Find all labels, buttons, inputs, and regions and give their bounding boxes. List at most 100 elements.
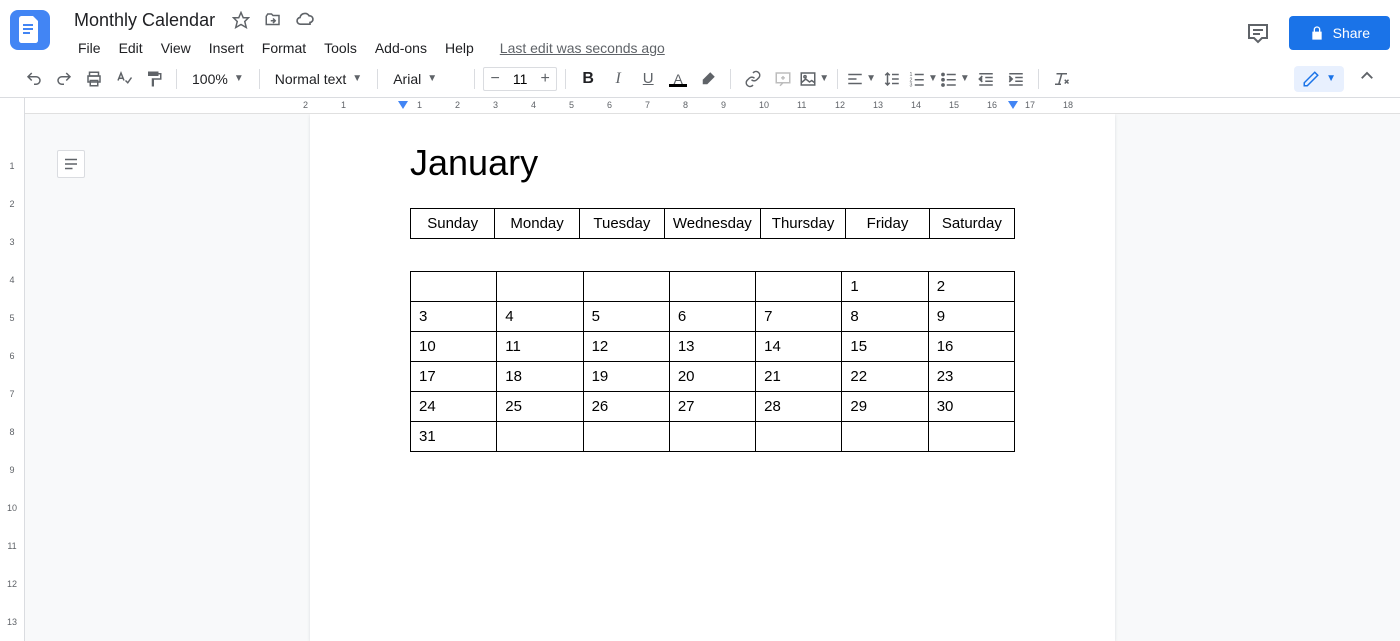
calendar-cell[interactable] [583, 422, 669, 452]
zoom-select[interactable]: 100%▼ [185, 66, 251, 92]
calendar-cell[interactable]: 12 [583, 332, 669, 362]
day-header[interactable]: Thursday [760, 209, 846, 239]
calendar-cell[interactable]: 29 [842, 392, 928, 422]
calendar-cell[interactable]: 27 [669, 392, 755, 422]
undo-icon[interactable] [20, 65, 48, 93]
calendar-cell[interactable]: 6 [669, 302, 755, 332]
calendar-cell[interactable]: 8 [842, 302, 928, 332]
calendar-cell[interactable]: 5 [583, 302, 669, 332]
calendar-cell[interactable]: 16 [928, 332, 1014, 362]
highlight-icon[interactable] [694, 65, 722, 93]
comments-icon[interactable] [1243, 18, 1273, 48]
clear-format-icon[interactable] [1047, 65, 1075, 93]
calendar-cell[interactable]: 13 [669, 332, 755, 362]
calendar-cell[interactable]: 25 [497, 392, 583, 422]
indent-increase-icon[interactable] [1002, 65, 1030, 93]
underline-icon[interactable]: U [634, 65, 662, 93]
calendar-cell[interactable]: 15 [842, 332, 928, 362]
menu-help[interactable]: Help [437, 36, 482, 60]
edit-mode-select[interactable]: ▼ [1294, 66, 1344, 92]
outline-icon[interactable] [57, 150, 85, 178]
indent-marker-left[interactable] [398, 101, 408, 109]
day-header[interactable]: Saturday [929, 209, 1014, 239]
calendar-cell[interactable]: 2 [928, 272, 1014, 302]
share-button[interactable]: Share [1289, 16, 1390, 50]
calendar-cell[interactable]: 4 [497, 302, 583, 332]
calendar-cell[interactable]: 24 [411, 392, 497, 422]
font-size-decrease[interactable]: − [484, 68, 506, 90]
indent-decrease-icon[interactable] [972, 65, 1000, 93]
style-select[interactable]: Normal text▼ [268, 66, 369, 92]
calendar-cell[interactable]: 28 [756, 392, 842, 422]
calendar-cell[interactable] [669, 422, 755, 452]
day-header-table[interactable]: SundayMondayTuesdayWednesdayThursdayFrid… [410, 208, 1015, 239]
calendar-cell[interactable]: 9 [928, 302, 1014, 332]
spellcheck-icon[interactable] [110, 65, 138, 93]
menu-insert[interactable]: Insert [201, 36, 252, 60]
vertical-ruler[interactable]: 12345678910111213 [0, 98, 25, 641]
day-header[interactable]: Tuesday [579, 209, 664, 239]
day-header[interactable]: Sunday [411, 209, 495, 239]
indent-marker-right[interactable] [1008, 101, 1018, 109]
calendar-cell[interactable] [497, 422, 583, 452]
calendar-cell[interactable]: 22 [842, 362, 928, 392]
doc-title[interactable]: Monthly Calendar [70, 8, 219, 33]
calendar-cell[interactable]: 10 [411, 332, 497, 362]
calendar-cell[interactable]: 7 [756, 302, 842, 332]
font-select[interactable]: Arial▼ [386, 66, 466, 92]
document-page[interactable]: January SundayMondayTuesdayWednesdayThur… [310, 114, 1115, 641]
day-header[interactable]: Monday [495, 209, 580, 239]
comment-add-icon[interactable] [769, 65, 797, 93]
calendar-cell[interactable] [842, 422, 928, 452]
day-header[interactable]: Wednesday [664, 209, 760, 239]
calendar-table[interactable]: 1234567891011121314151617181920212223242… [410, 271, 1015, 452]
paint-format-icon[interactable] [140, 65, 168, 93]
italic-icon[interactable]: I [604, 65, 632, 93]
calendar-cell[interactable]: 11 [497, 332, 583, 362]
menu-addons[interactable]: Add-ons [367, 36, 435, 60]
collapse-toolbar-icon[interactable] [1354, 63, 1380, 94]
calendar-cell[interactable] [756, 272, 842, 302]
calendar-cell[interactable]: 17 [411, 362, 497, 392]
font-size-increase[interactable]: + [534, 68, 556, 90]
last-edit-link[interactable]: Last edit was seconds ago [496, 36, 669, 60]
calendar-cell[interactable]: 18 [497, 362, 583, 392]
redo-icon[interactable] [50, 65, 78, 93]
line-spacing-icon[interactable] [878, 65, 906, 93]
star-icon[interactable] [231, 10, 251, 30]
align-icon[interactable]: ▼ [846, 65, 876, 93]
calendar-cell[interactable] [756, 422, 842, 452]
print-icon[interactable] [80, 65, 108, 93]
calendar-cell[interactable] [497, 272, 583, 302]
menu-edit[interactable]: Edit [111, 36, 151, 60]
calendar-cell[interactable]: 1 [842, 272, 928, 302]
bullet-list-icon[interactable]: ▼ [940, 65, 970, 93]
calendar-cell[interactable]: 31 [411, 422, 497, 452]
day-header[interactable]: Friday [846, 209, 929, 239]
calendar-cell[interactable]: 19 [583, 362, 669, 392]
calendar-cell[interactable] [928, 422, 1014, 452]
move-icon[interactable] [263, 10, 283, 30]
numbered-list-icon[interactable]: 123▼ [908, 65, 938, 93]
menu-tools[interactable]: Tools [316, 36, 365, 60]
menu-file[interactable]: File [70, 36, 109, 60]
calendar-cell[interactable]: 23 [928, 362, 1014, 392]
text-color-icon[interactable]: A [664, 65, 692, 93]
docs-logo[interactable] [10, 10, 50, 50]
calendar-cell[interactable]: 20 [669, 362, 755, 392]
image-icon[interactable]: ▼ [799, 65, 829, 93]
calendar-cell[interactable] [583, 272, 669, 302]
calendar-cell[interactable]: 26 [583, 392, 669, 422]
calendar-cell[interactable]: 21 [756, 362, 842, 392]
calendar-cell[interactable]: 14 [756, 332, 842, 362]
bold-icon[interactable]: B [574, 65, 602, 93]
calendar-cell[interactable]: 3 [411, 302, 497, 332]
menu-view[interactable]: View [153, 36, 199, 60]
page-title[interactable]: January [410, 142, 1015, 184]
cloud-status-icon[interactable] [295, 10, 315, 30]
menu-format[interactable]: Format [254, 36, 314, 60]
calendar-cell[interactable] [669, 272, 755, 302]
font-size-input[interactable] [506, 71, 534, 87]
link-icon[interactable] [739, 65, 767, 93]
calendar-cell[interactable] [411, 272, 497, 302]
